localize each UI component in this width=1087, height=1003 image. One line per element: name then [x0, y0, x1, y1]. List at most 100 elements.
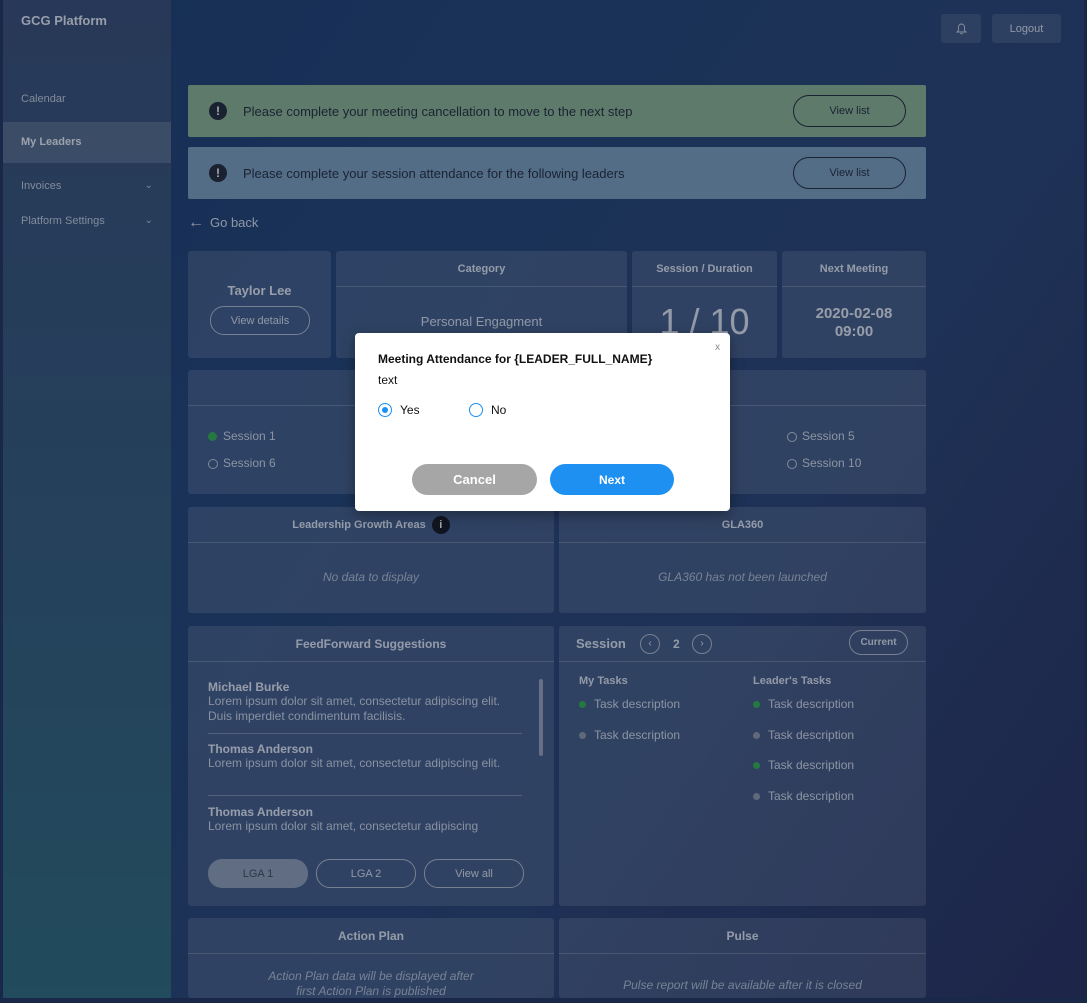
radio-unselected-icon[interactable] [469, 403, 483, 417]
next-meeting-date: 2020-02-08 [815, 305, 893, 322]
bell-icon [955, 23, 967, 34]
session-item[interactable]: Session 10 [787, 456, 861, 470]
growth-areas-title: Leadership Growth Areas [292, 518, 426, 531]
go-back-label: Go back [210, 215, 259, 230]
feedforward-header: FeedForward Suggestions [188, 626, 554, 662]
view-list-button[interactable]: View list [793, 157, 906, 189]
yes-radio-option[interactable]: Yes [378, 403, 420, 417]
feedforward-card: FeedForward Suggestions Michael Burke Lo… [188, 626, 554, 906]
feedforward-text: Lorem ipsum dolor sit amet, consectetur … [208, 819, 479, 833]
feedforward-item: Thomas Anderson Lorem ipsum dolor sit am… [208, 805, 523, 834]
session-nav-label: Session [576, 636, 626, 651]
task-status-icon [753, 732, 760, 740]
my-tasks-header: My Tasks [579, 675, 628, 687]
modal-title: Meeting Attendance for {LEADER_FULL_NAME… [378, 352, 653, 366]
task-item[interactable]: Task description [579, 728, 680, 742]
session-label: Session 5 [802, 429, 855, 443]
sidebar-item-invoices[interactable]: Invoices ⌄ [3, 175, 171, 197]
scrollbar[interactable] [539, 679, 543, 756]
task-label: Task description [768, 728, 855, 742]
session-item[interactable]: Session 5 [787, 429, 855, 443]
logout-button[interactable]: Logout [992, 14, 1061, 43]
next-meeting-time: 09:00 [834, 323, 874, 340]
session-status-icon [787, 458, 797, 469]
sidebar-item-my-leaders[interactable]: My Leaders [3, 122, 171, 163]
tasks-card: Session ‹ 2 › Current My Tasks Leader's … [559, 626, 926, 906]
leader-card: Taylor Lee View details [188, 251, 331, 358]
task-label: Task description [768, 758, 855, 772]
task-label: Task description [594, 728, 681, 742]
notifications-button[interactable] [941, 14, 981, 43]
cancellation-banner: ! Please complete your meeting cancellat… [188, 85, 926, 137]
feedforward-text: Lorem ipsum dolor sit amet, consectetur … [208, 694, 501, 723]
feedforward-item: Michael Burke Lorem ipsum dolor sit amet… [208, 680, 523, 724]
no-label: No [491, 403, 507, 417]
sidebar-item-platform-settings[interactable]: Platform Settings ⌄ [3, 210, 171, 232]
session-duration-header: Session / Duration [632, 251, 777, 287]
sidebar: GCG Platform Calendar My Leaders Invoice… [3, 0, 171, 998]
go-back-link[interactable]: ← Go back [188, 214, 258, 232]
task-status-icon [753, 701, 760, 709]
task-item[interactable]: Task description [579, 697, 680, 711]
close-icon[interactable]: x [715, 342, 720, 353]
task-label: Task description [594, 697, 681, 711]
pulse-card: Pulse Pulse report will be available aft… [559, 918, 926, 998]
alert-icon: ! [209, 102, 227, 120]
view-list-button[interactable]: View list [793, 95, 906, 127]
divider [208, 795, 522, 796]
no-radio-option[interactable]: No [469, 403, 506, 417]
session-item[interactable]: Session 6 [208, 456, 276, 470]
cancel-button[interactable]: Cancel [412, 464, 537, 495]
divider [208, 733, 522, 734]
sidebar-item-calendar[interactable]: Calendar [3, 88, 171, 110]
radio-selected-icon[interactable] [378, 403, 392, 417]
session-item[interactable]: Session 1 [208, 429, 276, 443]
tasks-header: Session ‹ 2 › Current [559, 626, 926, 662]
growth-areas-card: Leadership Growth Areas i No data to dis… [188, 507, 554, 613]
task-status-icon [579, 701, 586, 709]
session-status-icon [208, 458, 218, 469]
current-session-button[interactable]: Current [849, 630, 908, 655]
gla360-header: GLA360 [559, 507, 926, 543]
feedforward-author: Thomas Anderson [208, 805, 313, 819]
growth-areas-header: Leadership Growth Areas i [188, 507, 554, 543]
arrow-left-icon: ← [188, 214, 204, 231]
session-label: Session 1 [223, 429, 276, 443]
gla360-card: GLA360 GLA360 has not been launched [559, 507, 926, 613]
sidebar-item-label: Calendar [21, 93, 66, 105]
task-status-icon [579, 732, 586, 740]
chevron-left-icon[interactable]: ‹ [640, 633, 660, 654]
pulse-header: Pulse [559, 918, 926, 954]
task-label: Task description [768, 789, 855, 803]
next-meeting-datetime: 2020-02-08 09:00 [782, 305, 926, 341]
task-item[interactable]: Task description [753, 728, 854, 742]
action-plan-card: Action Plan Action Plan data will be dis… [188, 918, 554, 998]
feedforward-author: Michael Burke [208, 680, 290, 694]
feedforward-item: Thomas Anderson Lorem ipsum dolor sit am… [208, 742, 523, 771]
next-button[interactable]: Next [550, 464, 674, 495]
task-item[interactable]: Task description [753, 697, 854, 711]
growth-empty-text: No data to display [322, 570, 420, 584]
task-item[interactable]: Task description [753, 789, 854, 803]
lga1-button[interactable]: LGA 1 [208, 859, 308, 888]
task-item[interactable]: Task description [753, 758, 854, 772]
category-header: Category [336, 251, 627, 287]
sidebar-item-label: My Leaders [21, 136, 82, 148]
chevron-right-icon[interactable]: › [692, 633, 712, 654]
yes-label: Yes [400, 403, 420, 417]
view-details-button[interactable]: View details [210, 306, 310, 335]
task-label: Task description [768, 697, 855, 711]
category-value: Personal Engagment [420, 314, 543, 329]
sidebar-item-label: Invoices [21, 180, 62, 192]
info-icon[interactable]: i [431, 515, 450, 534]
attendance-modal: x Meeting Attendance for {LEADER_FULL_NA… [355, 333, 730, 511]
session-label: Session 10 [802, 456, 862, 470]
action-plan-header: Action Plan [188, 918, 554, 954]
banner-message: Please complete your session attendance … [243, 165, 625, 181]
leader-name: Taylor Lee [227, 283, 292, 298]
action-plan-text-line1: Action Plan data will be displayed after [268, 969, 474, 983]
view-all-button[interactable]: View all [424, 859, 524, 888]
session-nav-number: 2 [673, 636, 680, 651]
lga2-button[interactable]: LGA 2 [316, 859, 416, 888]
banner-message: Please complete your meeting cancellatio… [243, 103, 633, 119]
